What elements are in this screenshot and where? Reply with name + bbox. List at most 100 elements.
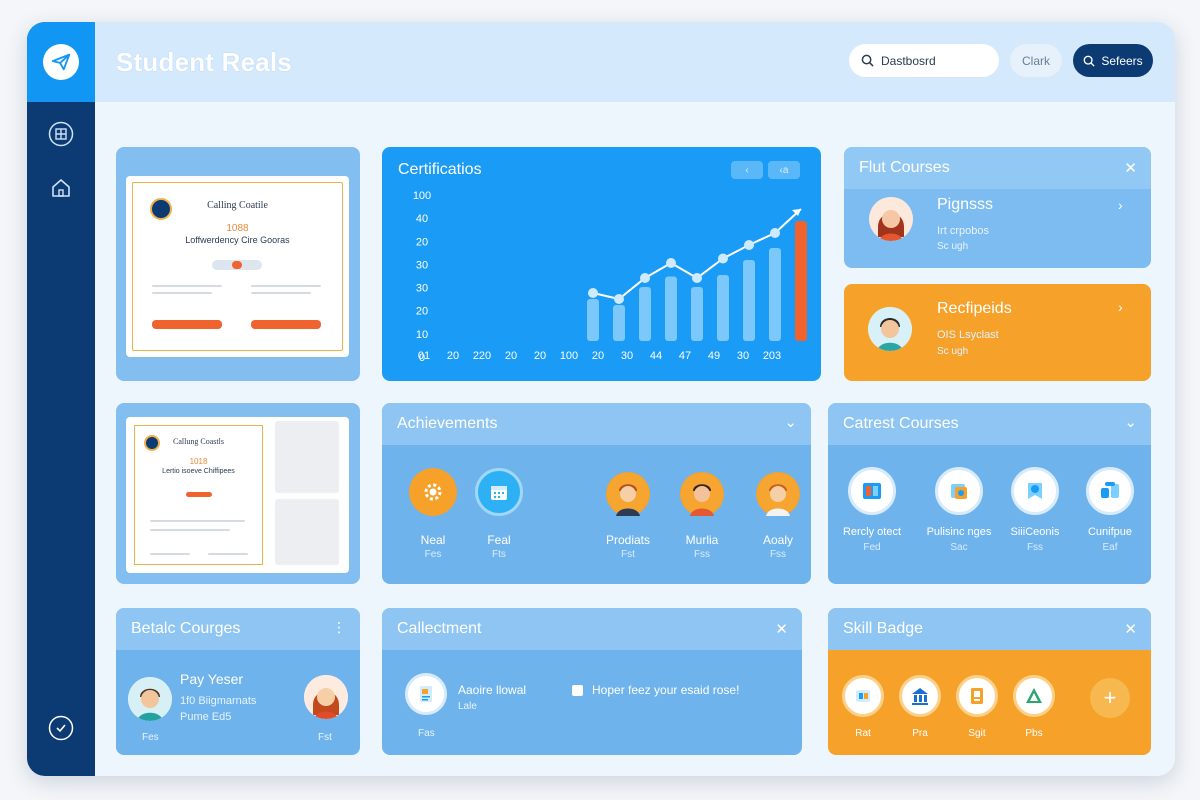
certificate-signature bbox=[152, 320, 222, 329]
search-icon bbox=[1083, 55, 1095, 67]
achievement-sub: Fss bbox=[769, 549, 787, 560]
course-item-orange[interactable]: Recfipeids OIS Lsyclast Sc ugh › bbox=[844, 284, 1151, 381]
chart-point bbox=[640, 273, 650, 283]
chart-point bbox=[588, 288, 598, 298]
certificate-preview-card[interactable]: Calling Coatile 1088 Loffwerdency Cire G… bbox=[116, 147, 360, 381]
certificate-subtitle: Lertio isoeve Chiffipees bbox=[162, 468, 235, 475]
achievement-sub: Fes bbox=[424, 549, 442, 560]
chart-bar bbox=[639, 287, 651, 341]
bank-icon[interactable] bbox=[899, 675, 941, 717]
chevron-right-icon[interactable]: › bbox=[1118, 197, 1123, 213]
y-tick-label: 40 bbox=[416, 213, 428, 225]
x-tick-label: 30 bbox=[621, 350, 633, 362]
x-tick-label: 220 bbox=[473, 350, 491, 362]
course-icon[interactable] bbox=[1086, 467, 1134, 515]
certificate-subtitle: Loffwerdency Cire Gooras bbox=[185, 235, 290, 245]
y-tick-label: 30 bbox=[416, 283, 428, 295]
close-icon[interactable]: ✕ bbox=[775, 620, 788, 638]
x-tick-label: 20 bbox=[505, 350, 517, 362]
card-title: Skill Badge bbox=[843, 620, 924, 637]
home-icon[interactable] bbox=[47, 174, 75, 202]
chevron-down-icon[interactable]: ⌄ bbox=[1124, 413, 1137, 431]
chart-point bbox=[744, 240, 754, 250]
achievement-sub: Fss bbox=[693, 549, 711, 560]
image-placeholder bbox=[275, 499, 339, 565]
badge-label: Pbs bbox=[1025, 728, 1043, 739]
chart-bar bbox=[691, 287, 703, 341]
close-icon[interactable]: ✕ bbox=[1124, 159, 1137, 177]
chart-bar bbox=[665, 276, 677, 341]
certificate-preview-card[interactable]: Callung Coastls 1018 Lertio isoeve Chiff… bbox=[116, 403, 360, 584]
primary-button[interactable]: Sefeers bbox=[1073, 44, 1153, 77]
triangle-icon[interactable] bbox=[1013, 675, 1055, 717]
card-title: Betalc Courges bbox=[131, 620, 241, 637]
card-title: Catrest Courses bbox=[843, 415, 959, 432]
y-tick-label: 20 bbox=[416, 236, 428, 248]
x-tick-label: 20 bbox=[447, 350, 459, 362]
chart-bar bbox=[769, 248, 781, 341]
card-title: Achievements bbox=[397, 415, 498, 432]
betalc-courses-card: Betalc Courges ⋮ Pay Yeser 1f0 Biigmarna… bbox=[116, 608, 360, 755]
certifications-chart-card: Certificatios ‹ ‹a 100 40 20 30 30 20 10 0 01 20 2… bbox=[382, 147, 821, 381]
certificate-paper: Calling Coatile 1088 Loffwerdency Cire G… bbox=[126, 176, 349, 357]
y-tick-label: 20 bbox=[416, 306, 428, 318]
logo[interactable] bbox=[27, 22, 95, 102]
course-person-name: Pay Yeser bbox=[180, 671, 244, 687]
chevron-right-icon[interactable]: › bbox=[1118, 299, 1123, 315]
item-title: Aaoire llowal bbox=[458, 683, 527, 697]
paper-plane-icon bbox=[43, 44, 79, 80]
item-footnote: Fas bbox=[418, 728, 435, 739]
course-title: Recfipeids bbox=[937, 300, 1012, 317]
x-tick-label: 20 bbox=[592, 350, 604, 362]
badge-icon[interactable] bbox=[842, 675, 884, 717]
note-text: Hoper feez your esaid rose! bbox=[592, 683, 740, 697]
latest-courses-card: Catrest Courses ⌄ Rercly otect Fed Pulis… bbox=[828, 403, 1151, 584]
clear-button[interactable]: Clark bbox=[1010, 44, 1062, 77]
avatar bbox=[868, 307, 912, 351]
y-tick-label: 30 bbox=[416, 259, 428, 271]
avatar[interactable] bbox=[606, 472, 650, 516]
certificate-number: 1018 bbox=[189, 457, 208, 466]
add-badge-button[interactable]: + bbox=[1090, 678, 1130, 718]
chart-bar bbox=[587, 299, 599, 341]
course-label: Rercly otect bbox=[842, 526, 902, 538]
course-icon[interactable] bbox=[1011, 467, 1059, 515]
search-input[interactable]: Dastbosrd bbox=[849, 44, 999, 77]
x-tick-label: 47 bbox=[679, 350, 691, 362]
course-title: Pignsss bbox=[937, 196, 994, 213]
chevron-down-icon[interactable]: ⌄ bbox=[784, 413, 797, 431]
card-title: Flut Courses bbox=[859, 159, 950, 176]
power-icon[interactable] bbox=[47, 714, 75, 742]
certificate-title: Calling Coatile bbox=[207, 200, 268, 211]
avatar[interactable] bbox=[756, 472, 800, 516]
course-sub: Sac bbox=[950, 542, 968, 553]
y-tick-label: 10 bbox=[416, 329, 428, 341]
chart-point bbox=[770, 228, 780, 238]
book-icon[interactable] bbox=[956, 675, 998, 717]
chart-bar bbox=[743, 260, 755, 341]
course-footnote: Fst bbox=[318, 732, 332, 743]
info-icon bbox=[572, 685, 583, 696]
chart-bar bbox=[613, 305, 625, 341]
gear-icon[interactable] bbox=[409, 468, 457, 516]
plus-icon: + bbox=[1103, 685, 1117, 710]
search-icon bbox=[861, 54, 874, 67]
achievement-label: Murlia bbox=[685, 533, 719, 547]
avatar bbox=[304, 675, 348, 719]
x-tick-label: 01 bbox=[418, 350, 430, 362]
calendar-icon[interactable] bbox=[475, 468, 523, 516]
achievement-label: Neal bbox=[420, 533, 446, 547]
full-courses-card: Flut Courses ✕ Pignsss Irt crpobos Sc ug… bbox=[844, 147, 1151, 268]
chart-point bbox=[718, 253, 728, 264]
sidebar bbox=[27, 22, 95, 776]
more-icon[interactable]: ⋮ bbox=[332, 619, 346, 636]
close-icon[interactable]: ✕ bbox=[1124, 620, 1137, 638]
course-icon[interactable] bbox=[848, 467, 896, 515]
avatar bbox=[128, 677, 172, 721]
course-icon[interactable] bbox=[935, 467, 983, 515]
document-icon[interactable] bbox=[405, 673, 447, 715]
image-placeholder bbox=[275, 421, 339, 493]
avatar[interactable] bbox=[680, 472, 724, 516]
callectment-card: Callectment ✕ Aaoire llowal Lale Fas Hop… bbox=[382, 608, 802, 755]
grid-icon[interactable] bbox=[47, 120, 75, 148]
